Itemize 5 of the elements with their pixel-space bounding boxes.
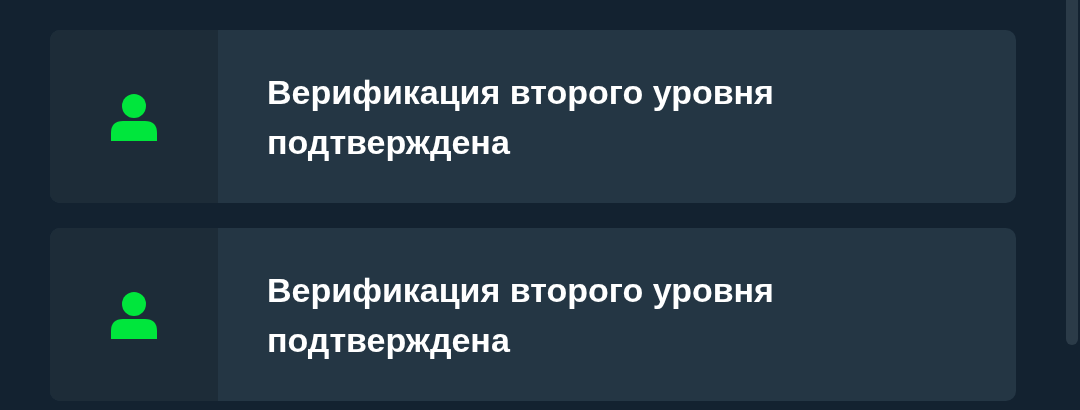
scrollbar[interactable]: [1066, 0, 1078, 345]
notification-text: Верификация второго уровня подтверждена: [267, 71, 775, 163]
notification-text: Верификация второго уровня подтверждена: [267, 269, 775, 361]
user-icon: [110, 290, 158, 339]
user-icon: [110, 92, 158, 141]
